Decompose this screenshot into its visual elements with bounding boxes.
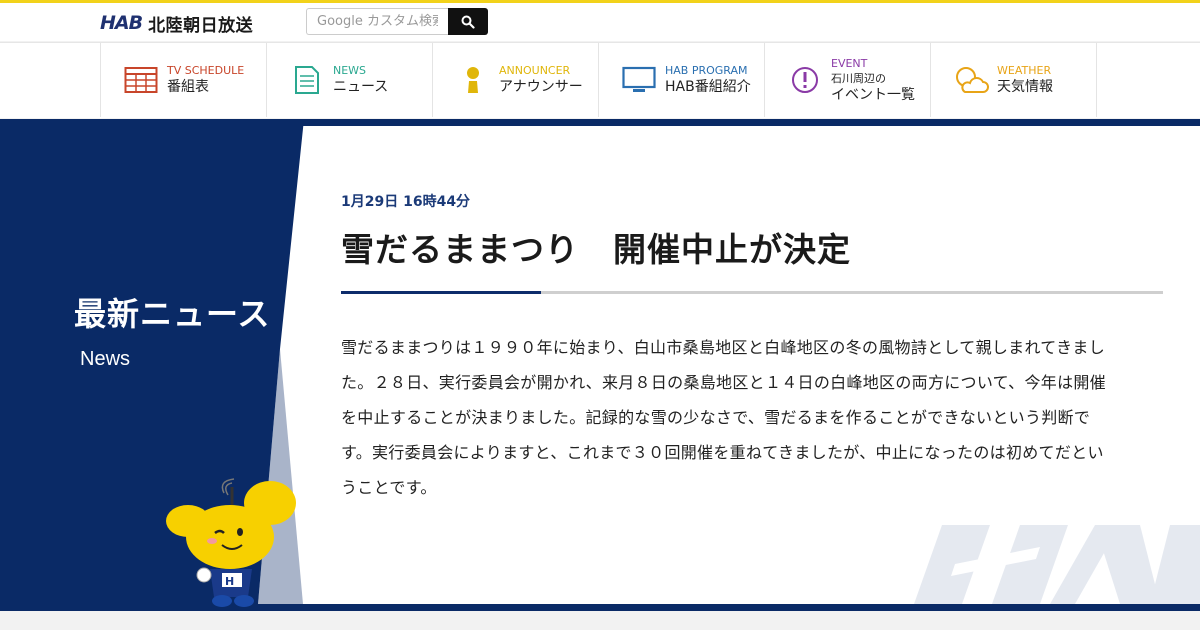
weather-icon: [953, 64, 989, 96]
hab-watermark: [914, 525, 1200, 604]
headline-divider: [341, 291, 1163, 294]
logo-text: 北陸朝日放送: [148, 15, 254, 36]
nav-ja-label: 石川周辺の: [831, 71, 886, 85]
announcer-icon: [455, 64, 491, 96]
nav-en-label: EVENT: [831, 56, 868, 70]
nav-item-news[interactable]: NEWS ニュース: [267, 43, 433, 117]
logo-mark: HAB: [100, 12, 143, 34]
nav-en-label: NEWS: [333, 63, 367, 77]
article-body: 雪だるままつりは１９９０年に始まり、白山市桑島地区と白峰地区の冬の風物詩として親…: [341, 338, 1106, 497]
section-subtitle: News: [80, 348, 131, 370]
article-headline: 雪だるままつり 開催中止が決定: [341, 230, 851, 269]
nav-ja-label: ニュース: [333, 78, 389, 95]
nav-item-tv-schedule[interactable]: TV SCHEDULE 番組表: [101, 43, 267, 117]
search-form: [306, 8, 488, 35]
nav-item-event[interactable]: EVENT 石川周辺の イベント一覧: [765, 43, 931, 117]
nav-en-label: ANNOUNCER: [499, 63, 571, 77]
article-date: 1月29日 16時44分: [341, 194, 471, 210]
main-nav: TV SCHEDULE 番組表 NEWS ニュース ANNOUNCER アナウン…: [0, 42, 1200, 118]
main-section: 最新ニュース News H 1月29日 16時44分 雪だるままつり 開催中止が…: [0, 119, 1200, 611]
nav-ja-label: 天気情報: [997, 78, 1053, 95]
search-button[interactable]: [448, 8, 488, 35]
nav-en-label: TV SCHEDULE: [167, 63, 245, 77]
nav-ja-label: アナウンサー: [499, 78, 583, 95]
nav-ja-label: HAB番組紹介: [665, 78, 751, 95]
section-title: 最新ニュース: [74, 295, 271, 333]
search-input[interactable]: [306, 8, 448, 35]
search-icon: [461, 15, 475, 29]
headline-divider-accent: [341, 291, 541, 294]
nav-ja-label: イベント一覧: [831, 86, 915, 103]
nav-ja-label: 番組表: [167, 78, 209, 95]
monitor-icon: [621, 64, 657, 96]
svg-text:H: H: [225, 575, 234, 588]
nav-en-label: WEATHER: [997, 63, 1052, 77]
nav-item-weather[interactable]: WEATHER 天気情報: [931, 43, 1097, 117]
site-logo[interactable]: HAB 北陸朝日放送: [100, 11, 254, 36]
nav-en-label: HAB PROGRAM: [665, 63, 748, 77]
news-icon: [289, 64, 325, 96]
nav-item-hab-program[interactable]: HAB PROGRAM HAB番組紹介: [599, 43, 765, 117]
tv-schedule-icon: [123, 64, 159, 96]
footer-strip: [0, 611, 1200, 630]
mascot-image: H: [166, 478, 296, 607]
nav-item-announcer[interactable]: ANNOUNCER アナウンサー: [433, 43, 599, 117]
site-header: HAB 北陸朝日放送: [0, 3, 1200, 41]
news-article: 1月29日 16時44分 雪だるままつり 開催中止が決定 雪だるままつりは１９９…: [341, 191, 1163, 505]
event-icon: [787, 64, 823, 96]
